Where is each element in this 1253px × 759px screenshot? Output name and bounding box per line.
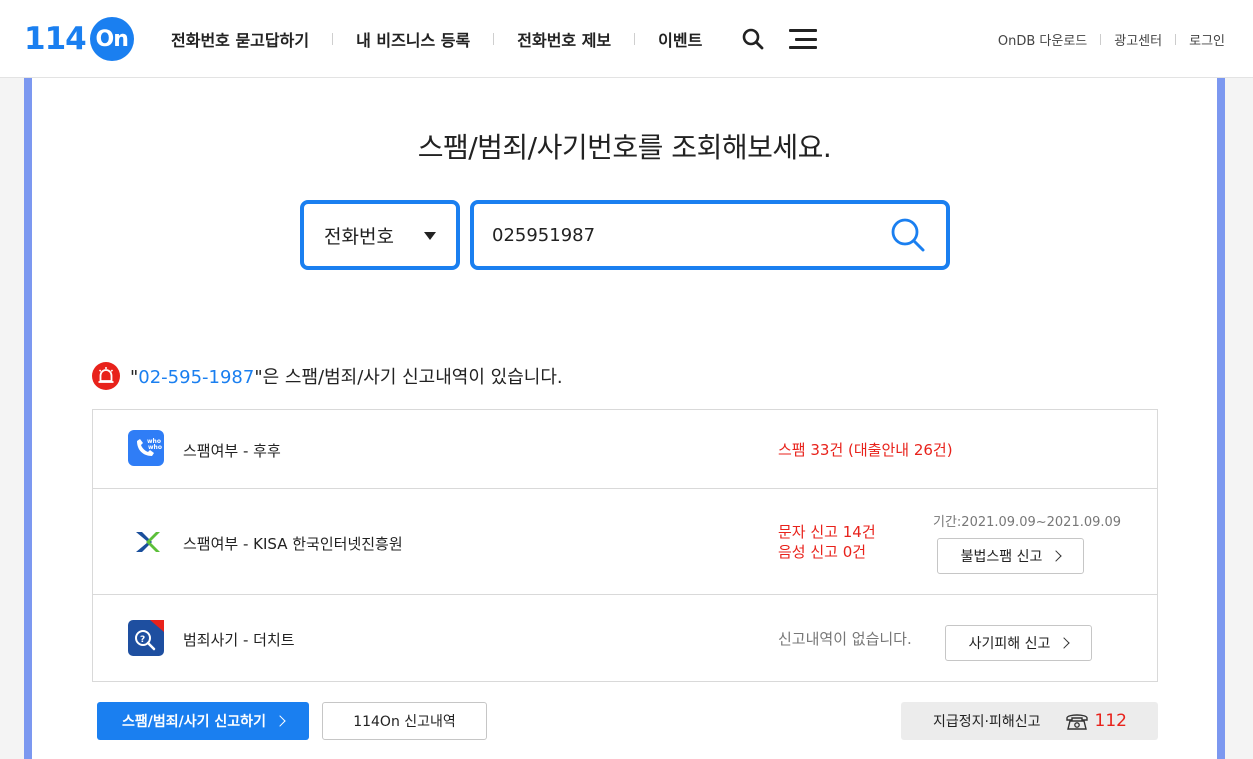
util-divider [1100,33,1102,45]
alert-message-text: "은 스팸/범죄/사기 신고내역이 있습니다. [254,367,563,388]
table-row: ? 범죄사기 - 더치트 신고내역이 없습니다. 사기피해 신고 [93,595,1157,681]
search-type-select[interactable]: 전화번호 [300,200,460,270]
chevron-right-icon [1050,550,1063,562]
police-number: 112 [1094,711,1127,731]
kisa-voice-count: 음성 신고 0건 [778,543,867,561]
kisa-sms-count: 문자 신고 14건 [778,523,876,541]
siren-icon [92,362,120,390]
payment-stop-report[interactable]: 지급정지·피해신고 112 [901,702,1158,740]
ondb-download-link[interactable]: OnDB 다운로드 [998,30,1087,49]
whowho-icon: who who [128,430,164,466]
source-label-thecheat: 범죄사기 - 더치트 [183,631,295,649]
hamburger-menu-icon[interactable] [789,29,818,49]
payment-stop-label: 지급정지·피해신고 [933,714,1041,730]
thecheat-icon: ? [128,620,164,656]
site-header: 114 On 전화번호 묻고답하기 내 비즈니스 등록 전화번호 제보 이벤트 … [0,0,1253,78]
illegal-spam-report-label: 불법스팸 신고 [960,549,1043,565]
login-link[interactable]: 로그인 [1189,30,1225,49]
fraud-damage-report-label: 사기피해 신고 [968,636,1051,652]
search-box [470,200,950,270]
kisa-icon [128,524,164,560]
search-submit-icon[interactable] [888,215,928,255]
nav-item-phone-qa[interactable]: 전화번호 묻고답하기 [160,27,320,51]
caret-down-icon [424,232,436,240]
source-label-whowho: 스팸여부 - 후후 [183,442,281,460]
nav-item-business-register[interactable]: 내 비즈니스 등록 [345,27,481,51]
whowho-spam-count: 스팸 33건 (대출안내 26건) [778,441,953,459]
result-alert: "02-595-1987"은 스팸/범죄/사기 신고내역이 있습니다. [92,361,563,391]
util-divider [1175,33,1177,45]
report-spam-label: 스팸/범죄/사기 신고하기 [122,714,266,730]
illegal-spam-report-button[interactable]: 불법스팸 신고 [937,538,1084,574]
phone-number-input[interactable] [492,220,872,250]
nav-divider [332,33,334,45]
page-title: 스팸/범죄/사기번호를 조회해보세요. [417,131,832,164]
fraud-damage-report-button[interactable]: 사기피해 신고 [945,625,1092,661]
ad-center-link[interactable]: 광고센터 [1114,30,1162,49]
spam-lookup-panel: 스팸/범죄/사기번호를 조회해보세요. 전화번호 "02-595-1987"은 … [32,78,1217,759]
logo-number: 114 [24,21,87,57]
nav-divider [493,33,495,45]
frame-border-right [1217,78,1225,759]
svg-text:who: who [148,444,162,451]
report-result-table: who who 스팸여부 - 후후 스팸 33건 (대출안내 26건) 스팸여부 … [92,409,1158,682]
nav-item-phone-report[interactable]: 전화번호 제보 [506,27,622,51]
chevron-right-icon [1058,637,1071,649]
search-type-value: 전화번호 [324,225,394,248]
telephone-icon [1065,711,1089,731]
main-nav: 전화번호 묻고답하기 내 비즈니스 등록 전화번호 제보 이벤트 [160,0,818,78]
utility-links: OnDB 다운로드 광고센터 로그인 [998,0,1225,78]
nav-item-event[interactable]: 이벤트 [647,27,713,51]
logo[interactable]: 114 On [24,16,134,62]
report-history-label: 114On 신고내역 [353,714,456,730]
table-row: 스팸여부 - KISA 한국인터넷진흥원 문자 신고 14건 음성 신고 0건 … [93,489,1157,595]
report-spam-button[interactable]: 스팸/범죄/사기 신고하기 [97,702,309,740]
report-history-button[interactable]: 114On 신고내역 [322,702,487,740]
thecheat-result: 신고내역이 없습니다. [778,630,912,648]
svg-text:?: ? [140,635,145,645]
search-icon[interactable] [741,27,765,51]
nav-divider [634,33,636,45]
source-label-kisa: 스팸여부 - KISA 한국인터넷진흥원 [183,535,403,553]
table-row: who who 스팸여부 - 후후 스팸 33건 (대출안내 26건) [93,410,1157,489]
logo-on-badge: On [89,17,134,61]
kisa-period: 기간:2021.09.09~2021.09.09 [933,515,1122,530]
alert-message: "02-595-1987"은 스팸/범죄/사기 신고내역이 있습니다. [130,363,563,389]
frame-border-left [24,78,32,759]
kisa-report-counts: 문자 신고 14건 음성 신고 0건 [778,522,876,562]
chevron-right-icon [274,715,286,727]
alert-phone-number: 02-595-1987 [138,367,255,388]
